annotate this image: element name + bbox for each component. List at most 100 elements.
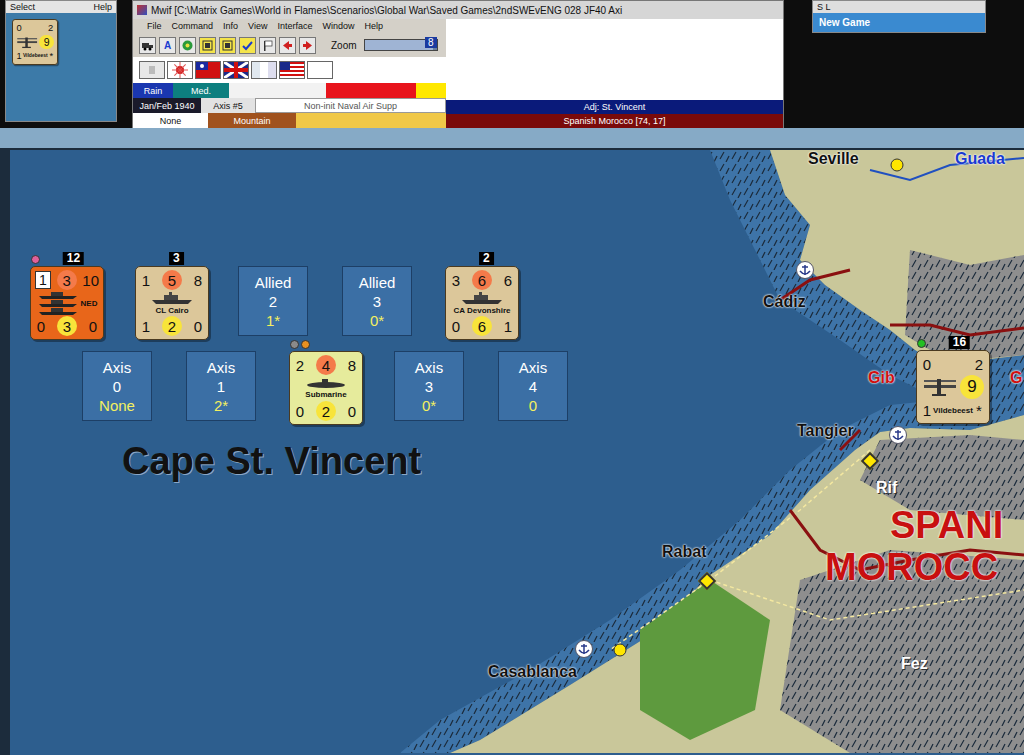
title-bar: Mwif [C:\Matrix Games\World in Flames\Sc…: [133, 1, 783, 19]
region-label: SPANIMOROCC: [825, 505, 1003, 589]
place-label: Guada: [955, 150, 1005, 168]
menu-item[interactable]: Info: [223, 21, 238, 31]
zoom-slider[interactable]: 8: [364, 39, 438, 51]
allied-color: [326, 83, 416, 98]
warship-icon: [462, 292, 502, 304]
range-value: 1: [502, 318, 514, 335]
sea-area-label: Cape St. Vincent: [122, 440, 421, 483]
germany-flag-icon[interactable]: [139, 61, 165, 79]
defense-value: 0: [294, 403, 306, 420]
blank-cell: [229, 83, 326, 98]
toolbar-button[interactable]: [199, 37, 216, 54]
menu-item[interactable]: View: [248, 21, 267, 31]
search-box[interactable]: Axis40: [498, 351, 568, 421]
port-anchor-icon: [575, 640, 593, 658]
search-box[interactable]: Allied21*: [238, 266, 308, 336]
toolbar-button[interactable]: [179, 37, 196, 54]
anti-air-value: 6: [472, 270, 492, 290]
grid-icon: [202, 40, 213, 51]
globe-icon: [182, 40, 193, 51]
place-label: Cádiz: [763, 293, 806, 311]
shore-value: 3: [57, 316, 77, 336]
france-flag-icon[interactable]: [251, 61, 277, 79]
unit-name: CA Devonshire: [453, 306, 510, 315]
search-box[interactable]: Allied30*: [342, 266, 412, 336]
movement-value: 10: [82, 272, 99, 289]
air-unit-counter[interactable]: 160291Vildebeest*: [916, 350, 990, 424]
zoom-value: 8: [425, 37, 437, 48]
usa-flag-icon[interactable]: [279, 61, 305, 79]
menu-item[interactable]: Help: [93, 2, 112, 12]
toolbar-button[interactable]: [219, 37, 236, 54]
port-anchor-icon: [889, 426, 907, 444]
submarine-icon: [306, 378, 346, 388]
search-box[interactable]: Axis30*: [394, 351, 464, 421]
toolbar-button[interactable]: [239, 37, 256, 54]
header: Select Help 0291Vildebeest* Mwif [C:\Matrix…: [0, 0, 1024, 128]
flag-row: [133, 57, 446, 83]
search-box[interactable]: Axis12*: [186, 351, 256, 421]
shore-value: 2: [162, 316, 182, 336]
map[interactable]: Cape St. VincentSevilleGuadaCádizGibGTan…: [10, 150, 1024, 755]
select-window-menu: Select Help: [6, 1, 116, 13]
attack-value: 1: [140, 272, 152, 289]
back-arrow-icon: [282, 40, 293, 51]
phase: Non-init Naval Air Supp: [255, 98, 446, 113]
menu-item[interactable]: Window: [322, 21, 354, 31]
menu-item[interactable]: Select: [10, 2, 35, 12]
place-label: Fez: [901, 655, 928, 673]
city-dot: [614, 644, 627, 657]
movement-value: 8: [346, 357, 358, 374]
status-dot: [917, 339, 926, 348]
air-unit-counter[interactable]: 0291Vildebeest*: [12, 19, 58, 65]
game-screen: Select Help 0291Vildebeest* Mwif [C:\Matrix…: [0, 0, 1024, 755]
unit-name: Submarine: [305, 390, 346, 399]
select-window: Select Help 0291Vildebeest*: [5, 0, 117, 122]
adjacent-bar: Adj: St. Vincent: [446, 100, 783, 114]
menu-bar: File Command Info View Interface Window Help: [133, 19, 446, 33]
shore-value: 6: [472, 316, 492, 336]
anti-air-value: 4: [316, 355, 336, 375]
anti-air-value: 3: [57, 270, 77, 290]
menu-item[interactable]: Command: [172, 21, 214, 31]
map-window: Cape St. VincentSevilleGuadaCádizGibGTan…: [0, 128, 1024, 755]
side-window-item[interactable]: New Game: [813, 13, 985, 32]
port-anchor-icon: [796, 261, 814, 279]
check-icon: [242, 40, 253, 51]
axis-color: [416, 83, 446, 98]
zoom-label: Zoom: [331, 40, 357, 51]
forward-arrow-icon: [302, 40, 313, 51]
stack-count-badge: 12: [63, 252, 84, 265]
menu-item[interactable]: Help: [364, 21, 383, 31]
status-dot: [31, 255, 40, 264]
anti-air-value: 5: [162, 270, 182, 290]
toolbar-button[interactable]: [259, 37, 276, 54]
toolbar-button[interactable]: [299, 37, 316, 54]
attack-value: 2: [294, 357, 306, 374]
toolbar-button[interactable]: [139, 37, 156, 54]
unit-counter[interactable]: 2366CA Devonshire061: [445, 266, 519, 340]
uk-flag-icon[interactable]: [223, 61, 249, 79]
china-flag-icon[interactable]: [195, 61, 221, 79]
selected-unit[interactable]: 0291Vildebeest*: [12, 19, 110, 65]
toolbar-button[interactable]: [279, 37, 296, 54]
range-value: 0: [87, 318, 99, 335]
unit-counter[interactable]: 3158CL Cairo120: [135, 266, 209, 340]
status-dot: [301, 340, 310, 349]
terrain: Mountain: [208, 113, 296, 128]
place-label: Tangier: [797, 422, 854, 440]
search-box[interactable]: Axis0None: [82, 351, 152, 421]
unit-counter[interactable]: 248Submarine020: [289, 351, 363, 425]
stack-count-badge: 3: [169, 252, 184, 265]
main-window: Mwif [C:\Matrix Games\World in Flames\Sc…: [132, 0, 784, 129]
neutral-flag-icon[interactable]: [307, 61, 333, 79]
japan-flag-icon[interactable]: [167, 61, 193, 79]
plane-icon: [922, 375, 958, 399]
menu-item[interactable]: File: [147, 21, 162, 31]
unit-counter[interactable]: 121310NED030: [30, 266, 104, 340]
toolbar-button[interactable]: A: [159, 37, 176, 54]
status-dot: [290, 340, 299, 349]
menu-item[interactable]: Interface: [277, 21, 312, 31]
capital-marker: [861, 452, 879, 470]
shore-value: 2: [316, 401, 336, 421]
